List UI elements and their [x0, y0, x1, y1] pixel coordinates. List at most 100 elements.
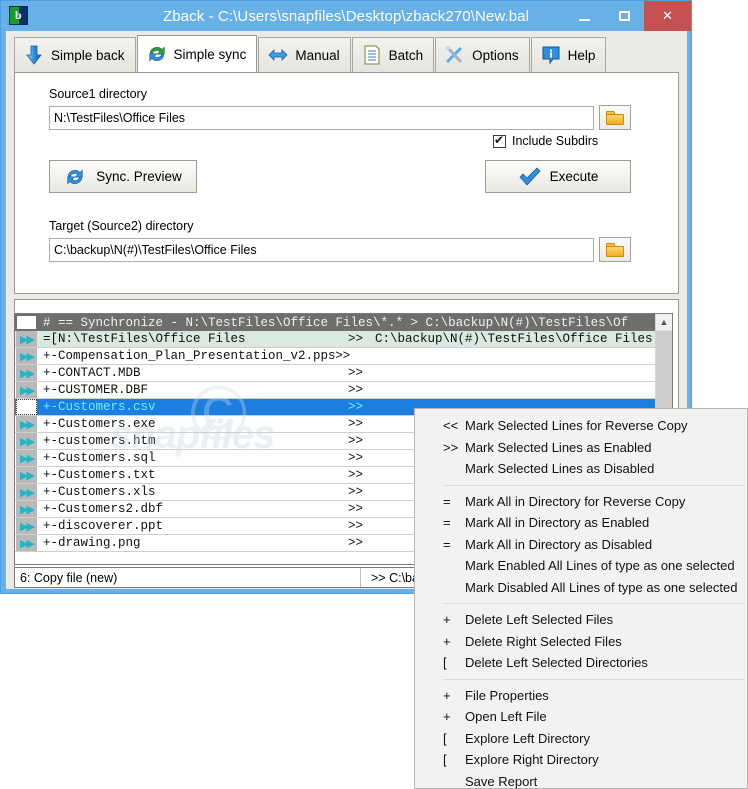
tab-help[interactable]: Help: [530, 37, 607, 72]
context-menu-item[interactable]: + Delete Right Selected Files: [415, 631, 747, 653]
context-menu-item-prefix: +: [443, 633, 451, 649]
context-menu-item-label: Mark Selected Lines for Reverse Copy: [465, 418, 688, 434]
tab-simple-sync[interactable]: Simple sync: [136, 35, 258, 72]
source-browse-button[interactable]: [599, 105, 631, 130]
sync-preview-label: Sync. Preview: [96, 169, 182, 184]
row-target-path: C:\backup\N(#)\TestFiles\Office Files: [375, 332, 653, 346]
row-enabled-toggle[interactable]: [16, 399, 37, 415]
context-menu-item-prefix: =: [443, 493, 451, 509]
row-enabled-toggle[interactable]: ▶▶: [16, 467, 37, 483]
tab-batch[interactable]: Batch: [351, 37, 435, 72]
context-menu-item[interactable]: [ Explore Right Directory: [415, 749, 747, 771]
tab-bar: Simple back Simple sync Manual Batch Opt…: [14, 35, 679, 72]
context-menu-item-label: Mark Disabled All Lines of type as one s…: [465, 579, 738, 595]
double-right-arrow-icon: ▶▶: [20, 451, 35, 465]
context-menu-separator: [418, 603, 744, 604]
context-menu-item[interactable]: Mark Disabled All Lines of type as one s…: [415, 577, 747, 599]
row-enabled-toggle[interactable]: ▶▶: [16, 535, 37, 551]
context-menu-item[interactable]: << Mark Selected Lines for Reverse Copy: [415, 415, 747, 437]
context-menu-item[interactable]: + Delete Left Selected Files: [415, 609, 747, 631]
double-right-arrow-icon: ▶▶: [20, 536, 35, 550]
context-menu-item-prefix: <<: [443, 418, 459, 434]
row-direction-marker: >>: [348, 468, 364, 482]
row-file-name: +-customers.htm: [43, 434, 156, 448]
row-direction-marker: >>: [348, 400, 364, 414]
context-menu-item[interactable]: >> Mark Selected Lines as Enabled: [415, 437, 747, 459]
tab-options[interactable]: Options: [435, 37, 530, 72]
execute-button[interactable]: Execute: [485, 160, 631, 193]
context-menu-item-label: Delete Left Selected Directories: [465, 655, 648, 671]
close-icon: ✕: [662, 8, 673, 23]
info-balloon-icon: [540, 44, 562, 66]
row-enabled-toggle[interactable]: ▶▶: [16, 382, 37, 398]
row-file-name: +-drawing.png: [43, 536, 141, 550]
source-directory-input[interactable]: N:\TestFiles\Office Files: [49, 106, 594, 130]
row-file-name: +-CUSTOMER.DBF: [43, 383, 149, 397]
row-file-name: +-Customers.sql: [43, 451, 156, 465]
row-direction-marker: >>: [348, 536, 364, 550]
title-bar: b Zback - C:\Users\snapfiles\Desktop\zba…: [1, 1, 691, 31]
row-file-name: +-Compensation_Plan_Presentation_v2.pps: [43, 349, 336, 363]
table-row[interactable]: ▶▶ =[N:\TestFiles\Office Files >> C:\backup…: [15, 331, 672, 348]
target-browse-button[interactable]: [599, 237, 631, 262]
context-menu-items: << Mark Selected Lines for Reverse Copy >>…: [415, 415, 747, 789]
table-row[interactable]: ▶▶ +-CUSTOMER.DBF >>: [15, 382, 672, 399]
context-menu-item[interactable]: Save Report: [415, 771, 747, 789]
row-enabled-toggle[interactable]: ▶▶: [16, 348, 37, 364]
target-directory-label: Target (Source2) directory: [49, 219, 194, 233]
context-menu-item[interactable]: = Mark All in Directory as Disabled: [415, 534, 747, 556]
row-enabled-toggle[interactable]: ▶▶: [16, 484, 37, 500]
context-menu-item[interactable]: Mark Selected Lines as Disabled: [415, 458, 747, 480]
include-subdirs-checkbox[interactable]: [493, 133, 506, 148]
context-menu-item[interactable]: + Open Left File: [415, 706, 747, 728]
tab-simple-back[interactable]: Simple back: [14, 37, 136, 72]
row-file-name: =[N:\TestFiles\Office Files: [43, 332, 246, 346]
context-menu-separator: [418, 678, 744, 680]
row-enabled-toggle[interactable]: ▶▶: [16, 365, 37, 381]
table-row[interactable]: ▶▶ +-Compensation_Plan_Presentation_v2.pp…: [15, 348, 672, 365]
table-row[interactable]: ▶▶ +-CONTACT.MDB >>: [15, 365, 672, 382]
context-menu-item[interactable]: Mark Enabled All Lines of type as one se…: [415, 555, 747, 577]
maximize-button[interactable]: [604, 1, 644, 31]
row-enabled-toggle[interactable]: ▶▶: [16, 518, 37, 534]
row-enabled-toggle[interactable]: ▶▶: [16, 416, 37, 432]
context-menu-item-prefix: =: [443, 536, 451, 552]
context-menu-item-prefix: [: [443, 752, 447, 768]
close-button[interactable]: ✕: [644, 1, 691, 31]
context-menu-item-prefix: =: [443, 515, 451, 531]
minimize-button[interactable]: [564, 1, 604, 31]
header-gutter: [16, 315, 37, 330]
context-menu-item[interactable]: [Explore Left Directory: [415, 728, 747, 750]
tab-label: Help: [567, 47, 596, 63]
row-direction-marker: >>: [348, 502, 364, 516]
row-direction-marker: >>: [348, 451, 364, 465]
sync-preview-button[interactable]: Sync. Preview: [49, 160, 197, 193]
tab-manual[interactable]: Manual: [258, 37, 351, 72]
context-menu-separator: [418, 484, 744, 486]
context-menu-item[interactable]: [Delete Left Selected Directories: [415, 652, 747, 674]
source-directory-label: Source1 directory: [49, 87, 147, 101]
file-list-header: # == Synchronize - N:\TestFiles\Office F…: [15, 314, 672, 331]
file-list-context-menu[interactable]: << Mark Selected Lines for Reverse Copy >>…: [414, 408, 748, 789]
include-subdirs-row[interactable]: Include Subdirs: [493, 133, 598, 148]
left-right-arrow-icon: [267, 44, 289, 66]
target-directory-input[interactable]: C:\backup\N(#)\TestFiles\Office Files: [49, 238, 594, 262]
context-menu-item[interactable]: + File Properties: [415, 685, 747, 707]
tab-label: Batch: [388, 47, 424, 63]
context-menu-item-label: Explore Right Directory: [465, 752, 599, 768]
window-controls: ✕: [564, 1, 691, 31]
context-menu-item-label: Mark Selected Lines as Disabled: [465, 461, 655, 477]
row-enabled-toggle[interactable]: ▶▶: [16, 331, 37, 347]
chevron-up-icon[interactable]: ▲: [656, 314, 672, 331]
context-menu-item[interactable]: = Mark All in Directory for Reverse Copy: [415, 491, 747, 513]
context-menu-item-prefix: >>: [443, 439, 459, 455]
row-enabled-toggle[interactable]: ▶▶: [16, 433, 37, 449]
context-menu-item-label: Save Report: [465, 773, 538, 789]
context-menu-item[interactable]: = Mark All in Directory as Enabled: [415, 512, 747, 534]
context-menu-item-prefix: +: [443, 709, 451, 725]
row-enabled-toggle[interactable]: ▶▶: [16, 501, 37, 517]
row-file-name: +-Customers.csv: [43, 400, 156, 414]
row-enabled-toggle[interactable]: ▶▶: [16, 450, 37, 466]
row-file-name: +-CONTACT.MDB: [43, 366, 141, 380]
tab-label: Options: [472, 47, 519, 63]
